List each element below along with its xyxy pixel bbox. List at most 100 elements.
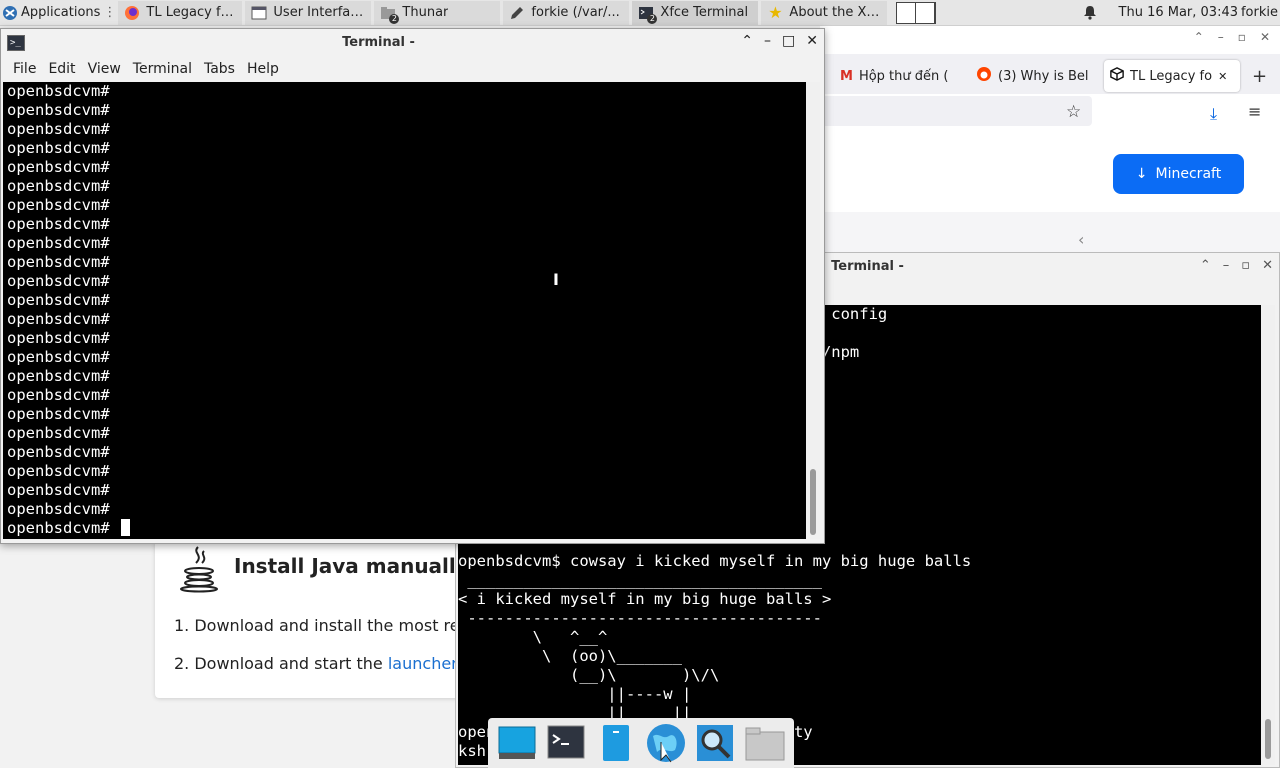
terminal-front-output[interactable]: openbsdcvm# openbsdcvm# openbsdcvm# openbsd… [3,82,806,539]
scrollbar-thumb[interactable] [1265,719,1271,759]
install-java-heading: Install Java manually [234,554,469,578]
terminal-line: openbsdcvm# [7,424,110,442]
user-menu[interactable]: forkie [1241,0,1278,26]
menu-terminal[interactable]: Terminal [127,57,198,81]
terminal-menubar: File Edit View Terminal Tabs Help [1,57,824,81]
desktop-icon[interactable] [496,722,538,764]
minecraft-button-label: Minecraft [1155,166,1222,182]
cube-icon [1110,67,1124,85]
shade-icon[interactable]: ⌃ [1200,258,1211,273]
reddit-icon [976,66,992,86]
terminal-line: openbsdcvm# [7,500,110,518]
terminal-line: -------------------------------------- [458,609,822,627]
terminal-prompt: openbsdcvm# [7,519,119,537]
applications-label: Applications [21,5,101,20]
notification-bell-icon[interactable] [1082,4,1098,24]
menu-view[interactable]: View [82,57,127,81]
menu-edit[interactable]: Edit [42,57,81,81]
launcher-link[interactable]: launcher [388,654,458,673]
minimize-icon[interactable]: – [764,33,771,49]
text-cursor-ibeam-icon: I [553,270,559,289]
taskbar-item-label: Xfce Terminal [660,5,749,20]
taskbar-item-xfce-terminal[interactable]: 2 Xfce Terminal [632,0,759,25]
shade-icon[interactable]: ⌃ [741,33,753,49]
minecraft-download-button[interactable]: ↓ Minecraft [1113,154,1244,194]
terminal-back-scrollbar[interactable] [1261,305,1275,765]
terminal-front-scrollbar[interactable] [806,82,820,539]
minimize-icon[interactable]: – [1223,258,1230,273]
tab-tl-legacy[interactable]: TL Legacy fo ✕ [1104,60,1240,92]
taskbar-item-firefox[interactable]: TL Legacy fo... [118,0,243,25]
hamburger-menu-icon[interactable]: ≡ [1248,102,1261,121]
terminal-line: openbsdcvm# [7,405,110,423]
terminal-window-front[interactable]: >_ Terminal - ⌃ – □ ✕ File Edit View Ter… [0,28,825,544]
close-icon[interactable]: ✕ [806,33,818,49]
terminal-back-window-controls: ⌃ – ▫ ✕ [1200,258,1273,273]
taskbar-item-label: About the Xf... [789,5,882,20]
editor-icon [509,5,525,21]
terminal-front-titlebar[interactable]: >_ Terminal - ⌃ – □ ✕ [1,29,824,57]
bookmark-star-icon[interactable]: ☆ [1066,102,1081,122]
taskbar-item-thunar[interactable]: 2 Thunar [374,0,501,25]
folder-icon[interactable] [744,722,786,764]
terminal-cursor [120,519,130,536]
minimize-icon[interactable]: – [1218,30,1224,44]
terminal-front-window-controls: ⌃ – □ ✕ [741,33,818,49]
shade-icon[interactable]: ⌃ [1194,30,1204,44]
tab-label: Hộp thư đến ( [858,68,949,84]
terminal-line: openbsdcvm# [7,158,110,176]
step-2-prefix: 2. Download and start the [174,654,388,673]
scrollbar-thumb[interactable] [810,469,816,535]
terminal-line: openbsdcvm# [7,101,110,119]
terminal-prompt-line: openbsdcvm# [7,519,802,538]
applications-menu-button[interactable]: Applications ⋮ [0,0,118,25]
new-tab-button[interactable]: + [1252,66,1267,87]
window-icon [251,5,267,21]
terminal-icon[interactable] [545,722,587,764]
close-icon[interactable]: ✕ [1260,30,1270,44]
taskbar-item-forkie[interactable]: forkie (/var/... [503,0,630,25]
terminal-line: openbsdcvm# [7,386,110,404]
panel-clock[interactable]: Thu 16 Mar, 03:43 [1119,0,1238,26]
window-count-badge: 2 [389,13,400,24]
taskbar-item-label: User Interfac... [273,5,366,20]
xfce-logo-icon [2,5,18,21]
web-browser-icon[interactable] [645,722,687,764]
tab-gmail[interactable]: M Hộp thư đến ( [834,60,964,92]
taskbar-item-about-xfce[interactable]: ★ About the Xf... [761,0,888,25]
step-1-text: 1. Download and install the most re [174,616,460,635]
terminal-line: openbsdcvm# [7,234,110,252]
terminal-icon: 2 [638,5,658,24]
terminal-line: openbsdcvm# [7,367,110,385]
workspace-switcher[interactable] [896,2,936,24]
taskbar-item-user-interface[interactable]: User Interfac... [245,0,372,25]
menu-tabs[interactable]: Tabs [198,57,241,81]
taskbar-item-label: TL Legacy fo... [146,5,237,20]
url-bar[interactable] [820,96,1092,126]
close-icon[interactable]: ✕ [1262,258,1273,273]
terminal-line: openbsdcvm# [7,348,110,366]
chevron-left-icon[interactable]: ‹ [1078,230,1084,249]
tab-label: TL Legacy fo [1130,68,1213,84]
browser-tab-strip: M Hộp thư đến ( (3) Why is Bel TL Legacy… [820,54,1280,94]
terminal-line: openbsdcvm# [7,481,110,499]
tab-close-icon[interactable]: ✕ [1218,70,1227,83]
maximize-icon[interactable]: □ [782,33,795,49]
terminal-line: openbsdcvm# [7,215,110,233]
terminal-line: openbsdcvm# [7,82,110,100]
taskbar-item-label: Thunar [402,5,449,20]
terminal-line: openbsdcvm# [7,253,110,271]
step-2-text: 2. Download and start the launcher [174,654,458,673]
menu-help[interactable]: Help [241,57,285,81]
menu-file[interactable]: File [7,57,42,81]
terminal-line: \ (oo)\_______ [458,647,682,665]
maximize-icon[interactable]: ▫ [1241,258,1250,273]
tab-reddit[interactable]: (3) Why is Bel [970,60,1100,92]
download-icon[interactable]: ⤓ [1210,104,1217,124]
terminal-line: openbsdcvm# [7,272,110,290]
file-manager-icon[interactable] [595,722,637,764]
search-icon[interactable] [694,722,736,764]
terminal-line: ||----w | [458,685,692,703]
terminal-line: openbsdcvm# [7,139,110,157]
maximize-icon[interactable]: ▫ [1238,30,1246,44]
